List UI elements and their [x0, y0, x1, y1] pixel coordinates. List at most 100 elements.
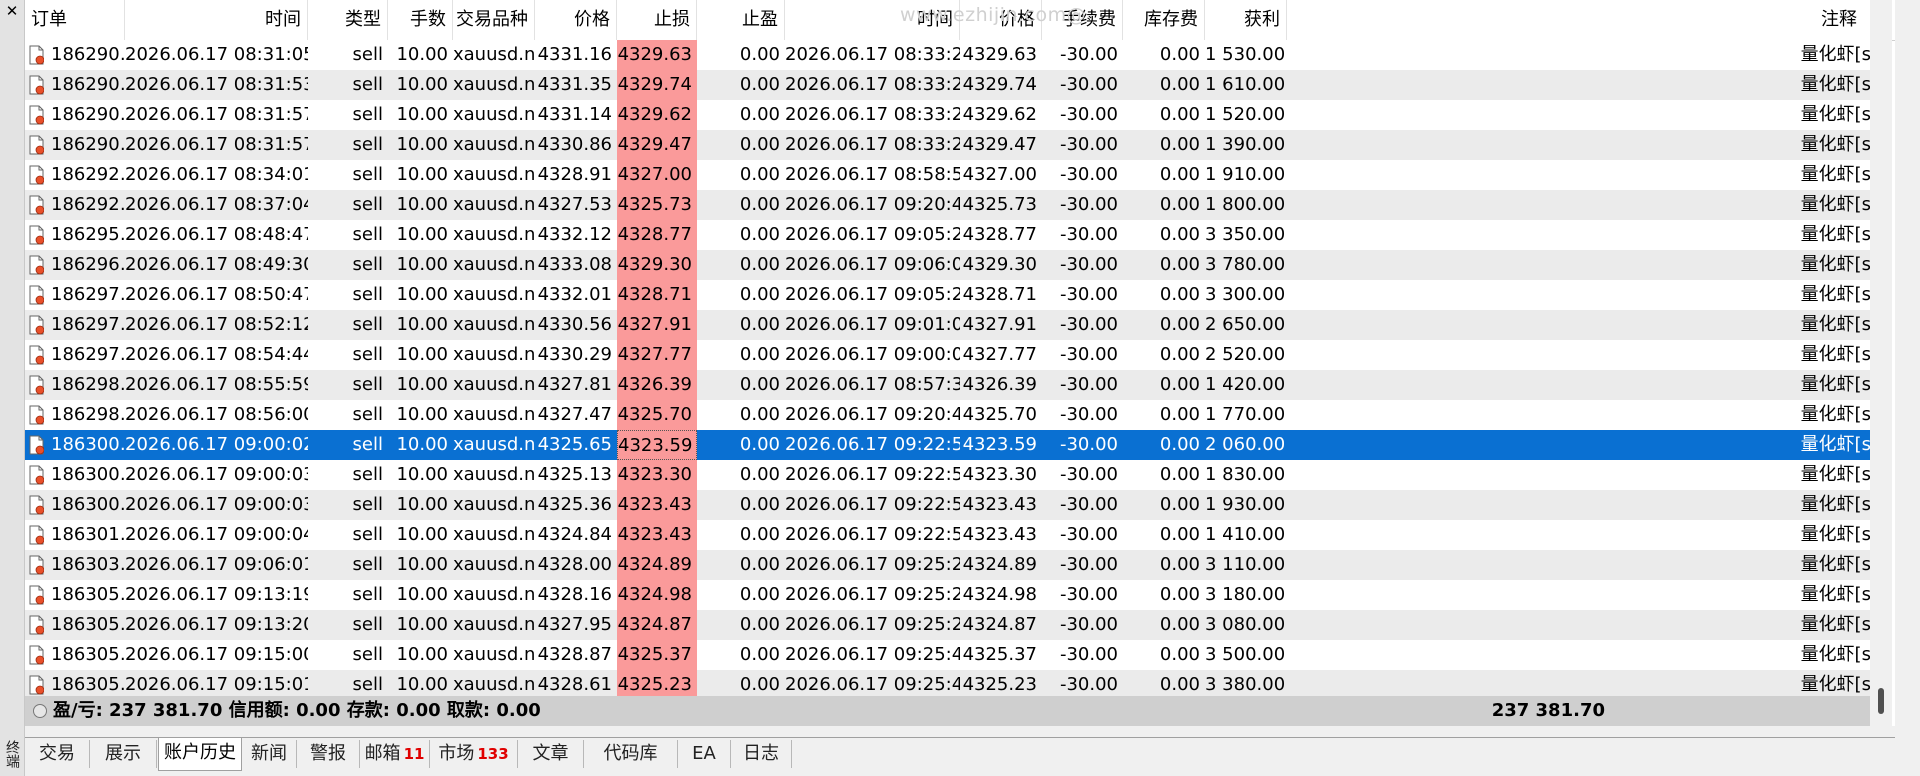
table-row[interactable]: 186301…2026.06.17 09:00:04 sell 10.00xauus…	[25, 520, 1888, 550]
cell-take-profit: 0.00	[739, 254, 780, 275]
table-row[interactable]: 186303…2026.06.17 09:06:01 sell 10.00xauus…	[25, 550, 1888, 580]
cell-open-price: 4327.95	[537, 614, 612, 635]
tab-5[interactable]: 警报	[297, 740, 360, 768]
tab-label: 新闻	[251, 743, 287, 764]
cell-comment: 量化虾[sl]	[1800, 404, 1883, 425]
table-row[interactable]: 186290…2026.06.17 08:31:57 sell 10.00xauus…	[25, 100, 1888, 130]
cell-order: 186295…	[25, 220, 125, 250]
cell-volume: 10.00	[396, 344, 448, 365]
cell-open-price: 4328.00	[537, 554, 612, 575]
cell-commission: -30.00	[1059, 584, 1118, 605]
tab-11[interactable]: 日志	[731, 740, 792, 768]
cell-close-time: 2026.06.17 09:00:01	[785, 344, 960, 365]
cell-swap: 0.00	[1159, 44, 1200, 65]
table-row[interactable]: 186297…2026.06.17 08:52:12 sell 10.00xauus…	[25, 310, 1888, 340]
cell-take-profit: 0.00	[739, 344, 780, 365]
column-header-type[interactable]: 类型	[308, 0, 388, 40]
table-row[interactable]: 186290…2026.06.17 08:31:57 sell 10.00xauus…	[25, 130, 1888, 160]
cell-volume: 10.00	[396, 434, 448, 455]
column-header-symbol[interactable]: 交易品种	[453, 0, 535, 40]
column-header-order[interactable]: 订单	[25, 0, 125, 40]
cell-profit: 3 180.00	[1205, 584, 1286, 605]
column-header-volume[interactable]: 手数	[388, 0, 453, 40]
cell-type: sell	[352, 644, 383, 665]
tab-3[interactable]: 账户历史	[158, 738, 242, 771]
cell-order: 186305…	[25, 610, 125, 640]
cell-swap: 0.00	[1159, 74, 1200, 95]
order-id: 186300…	[51, 494, 125, 515]
table-row[interactable]: 186290…2026.06.17 08:31:53 sell 10.00xauus…	[25, 70, 1888, 100]
cell-order: 186292…	[25, 160, 125, 190]
cell-open-price: 4332.01	[537, 284, 612, 305]
order-document-icon	[29, 165, 45, 185]
tab-2[interactable]: 展示	[90, 740, 157, 768]
cell-symbol: xauusd.n	[453, 554, 535, 575]
table-row[interactable]: 186295…2026.06.17 08:48:47 sell 10.00xauus…	[25, 220, 1888, 250]
cell-order: 186301…	[25, 520, 125, 550]
column-header-open-price[interactable]: 价格	[535, 0, 617, 40]
column-header-comment[interactable]: 注释⁄	[1293, 0, 1888, 40]
tab-10[interactable]: EA	[678, 740, 731, 768]
cell-comment: 量化虾[sl]	[1800, 164, 1883, 185]
cell-take-profit: 0.00	[739, 44, 780, 65]
column-header-swap[interactable]: 库存费	[1123, 0, 1205, 40]
order-id: 186290…	[51, 74, 125, 95]
close-icon[interactable]: ✕	[3, 1, 21, 21]
cell-swap: 0.00	[1159, 104, 1200, 125]
cell-profit: 1 520.00	[1205, 104, 1286, 125]
tab-7[interactable]: 市场 133	[430, 740, 518, 768]
cell-take-profit: 0.00	[739, 464, 780, 485]
tab-1[interactable]: 交易	[25, 740, 90, 768]
table-row[interactable]: 186298…2026.06.17 08:56:00 sell 10.00xauus…	[25, 400, 1888, 430]
cell-symbol: xauusd.n	[453, 614, 535, 635]
terminal-side-title: 终端	[4, 740, 20, 768]
scroll-thumb[interactable]	[1878, 688, 1884, 714]
table-row[interactable]: 186300…2026.06.17 09:00:03 sell 10.00xauus…	[25, 460, 1888, 490]
tab-4[interactable]: 新闻	[242, 740, 297, 768]
column-header-open-time[interactable]: 时间	[125, 0, 308, 40]
cell-commission: -30.00	[1059, 224, 1118, 245]
cell-symbol: xauusd.n	[453, 374, 535, 395]
cell-comment: 量化虾[sl]	[1800, 254, 1883, 275]
cell-swap: 0.00	[1159, 254, 1200, 275]
vertical-scrollbar[interactable]	[1870, 0, 1892, 726]
cell-order: 186300…	[25, 430, 125, 460]
order-document-icon	[29, 615, 45, 635]
cell-comment: 量化虾[sl]	[1800, 434, 1883, 455]
cell-close-time: 2026.06.17 09:25:25	[785, 614, 960, 635]
table-row[interactable]: 186292…2026.06.17 08:34:01 sell 10.00xauus…	[25, 160, 1888, 190]
table-row[interactable]: 186305…2026.06.17 09:13:20 sell 10.00xauus…	[25, 610, 1888, 640]
tab-6[interactable]: 邮箱 11	[360, 740, 430, 768]
cell-symbol: xauusd.n	[453, 494, 535, 515]
table-row[interactable]: 186292…2026.06.17 08:37:04 sell 10.00xauus…	[25, 190, 1888, 220]
cell-close-price: 4324.87	[962, 614, 1037, 635]
table-row[interactable]: 186297…2026.06.17 08:50:47 sell 10.00xauus…	[25, 280, 1888, 310]
table-row[interactable]: 186305…2026.06.17 09:15:00 sell 10.00xauus…	[25, 640, 1888, 670]
column-header-take-profit[interactable]: 止盈	[697, 0, 785, 40]
table-row[interactable]: 186300…2026.06.17 09:00:02 sell 10.00xauus…	[25, 430, 1888, 460]
table-row[interactable]: 186305…2026.06.17 09:13:19 sell 10.00xauus…	[25, 580, 1888, 610]
tab-8[interactable]: 文章	[518, 740, 584, 768]
table-row[interactable]: 186290…2026.06.17 08:31:05 sell 10.00xauus…	[25, 40, 1888, 70]
cell-comment: 量化虾[sl]	[1800, 374, 1883, 395]
column-header-stop-loss[interactable]: 止损	[617, 0, 697, 40]
cell-volume: 10.00	[396, 614, 448, 635]
cell-swap: 0.00	[1159, 404, 1200, 425]
tab-9[interactable]: 代码库	[584, 740, 678, 768]
cell-open-time: 2026.06.17 09:00:03	[125, 494, 308, 515]
table-row[interactable]: 186296…2026.06.17 08:49:30 sell 10.00xauus…	[25, 250, 1888, 280]
table-row[interactable]: 186298…2026.06.17 08:55:59 sell 10.00xauus…	[25, 370, 1888, 400]
cell-close-price: 4328.77	[962, 224, 1037, 245]
cell-close-time: 2026.06.17 09:06:06	[785, 254, 960, 275]
order-id: 186290…	[51, 134, 125, 155]
tab-label: 市场	[438, 743, 475, 764]
cell-volume: 10.00	[396, 44, 448, 65]
cell-close-price: 4324.89	[962, 554, 1037, 575]
table-row[interactable]: 186300…2026.06.17 09:00:03 sell 10.00xauus…	[25, 490, 1888, 520]
column-header-profit[interactable]: 获利	[1205, 0, 1287, 40]
cell-comment: 量化虾[sl]	[1800, 74, 1883, 95]
cell-open-time: 2026.06.17 08:31:57	[125, 104, 308, 125]
order-id: 186305…	[51, 644, 125, 665]
cell-volume: 10.00	[396, 494, 448, 515]
table-row[interactable]: 186297…2026.06.17 08:54:44 sell 10.00xauus…	[25, 340, 1888, 370]
